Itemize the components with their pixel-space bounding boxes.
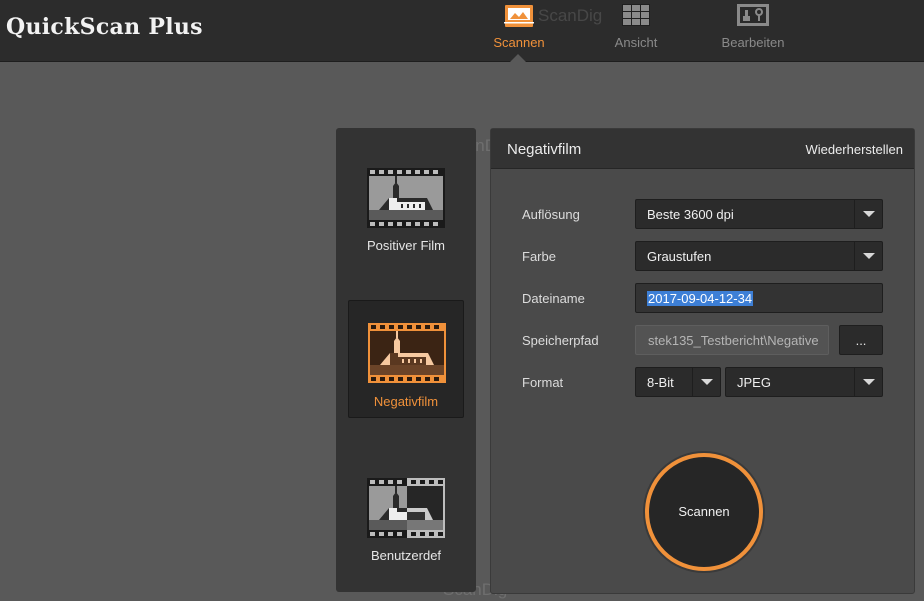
film-type-negative[interactable]: Negativfilm xyxy=(348,300,464,418)
grid-view-icon xyxy=(622,4,650,31)
filetype-select[interactable]: JPEG xyxy=(725,367,883,397)
app-title: QuickScan Plus xyxy=(6,14,203,40)
format-label: Format xyxy=(522,375,564,390)
panel-title: Negativfilm xyxy=(507,141,582,158)
save-path-value: stek135_Testbericht\Negative xyxy=(648,333,819,348)
save-path-input[interactable]: stek135_Testbericht\Negative xyxy=(635,325,829,355)
color-value: Graustufen xyxy=(647,249,712,264)
tab-bearbeiten[interactable]: Bearbeiten xyxy=(693,0,813,62)
negative-film-icon xyxy=(368,323,446,388)
panel-header: Negativfilm Wiederherstellen xyxy=(491,129,914,169)
bitdepth-value: 8-Bit xyxy=(647,375,674,390)
film-type-positive[interactable]: Positiver Film xyxy=(348,160,464,260)
resolution-label: Auflösung xyxy=(522,207,580,222)
resolution-value: Beste 3600 dpi xyxy=(647,207,734,222)
scan-settings-panel: Negativfilm Wiederherstellen Auflösung B… xyxy=(490,128,915,594)
chevron-down-icon[interactable] xyxy=(854,200,882,228)
filename-value: 2017-09-04-12-34 xyxy=(647,291,754,306)
tab-bearbeiten-label: Bearbeiten xyxy=(721,35,785,50)
scan-button-label: Scannen xyxy=(678,504,730,519)
custom-film-icon xyxy=(367,478,445,543)
film-type-label: Negativfilm xyxy=(373,394,439,409)
film-type-list: Positiver Film Negativfilm Benutzerdef xyxy=(336,128,476,592)
chevron-down-icon[interactable] xyxy=(854,242,882,270)
film-type-custom[interactable]: Benutzerdef xyxy=(348,472,464,572)
film-type-label: Benutzerdef xyxy=(370,548,442,563)
active-tab-pointer xyxy=(510,54,526,62)
color-select[interactable]: Graustufen xyxy=(635,241,883,271)
scanner-icon xyxy=(504,4,534,33)
bitdepth-select[interactable]: 8-Bit xyxy=(635,367,721,397)
resolution-select[interactable]: Beste 3600 dpi xyxy=(635,199,883,229)
save-path-label: Speicherpfad xyxy=(522,333,599,348)
browse-button[interactable]: ... xyxy=(839,325,883,355)
chevron-down-icon[interactable] xyxy=(854,368,882,396)
tab-ansicht[interactable]: Ansicht xyxy=(576,0,696,62)
tab-scannen[interactable]: Scannen xyxy=(459,0,579,62)
color-label: Farbe xyxy=(522,249,556,264)
tab-ansicht-label: Ansicht xyxy=(614,35,658,50)
edit-tools-icon xyxy=(737,4,769,31)
filename-label: Dateiname xyxy=(522,291,585,306)
filetype-value: JPEG xyxy=(737,375,771,390)
scan-button[interactable]: Scannen xyxy=(645,453,763,571)
positive-film-icon xyxy=(367,168,445,233)
chevron-down-icon[interactable] xyxy=(692,368,720,396)
tab-scannen-label: Scannen xyxy=(493,35,545,50)
film-type-label: Positiver Film xyxy=(366,238,445,253)
filename-input[interactable]: 2017-09-04-12-34 xyxy=(635,283,883,313)
restore-defaults-button[interactable]: Wiederherstellen xyxy=(805,142,903,157)
top-bar: QuickScan Plus Scannen Ansicht Bearbeite… xyxy=(0,0,924,62)
